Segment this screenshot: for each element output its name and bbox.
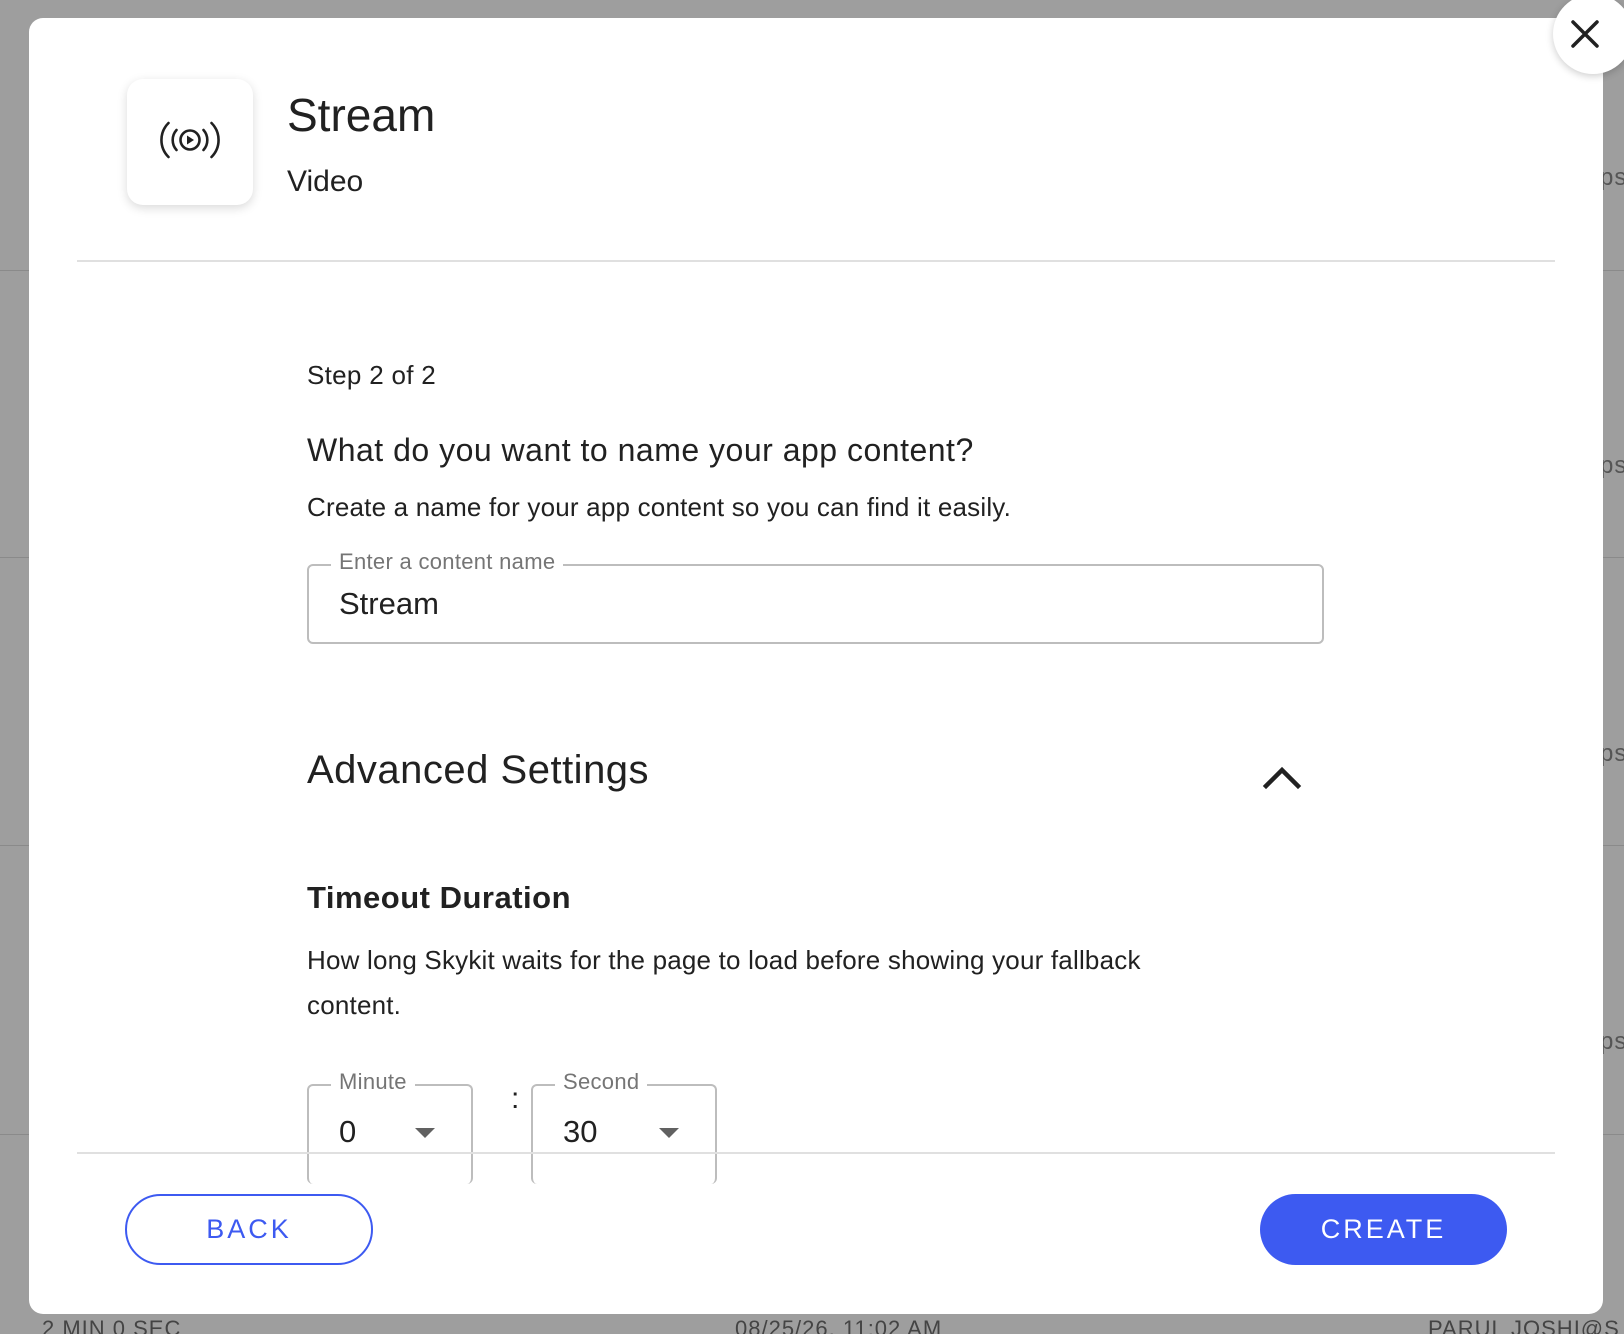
background-user: PARUL JOSHI@S bbox=[1428, 1316, 1620, 1334]
background-row-text: ps bbox=[1600, 452, 1624, 479]
second-label: Second bbox=[555, 1069, 648, 1095]
app-subtitle: Video bbox=[287, 165, 364, 198]
background-row-text: ps bbox=[1600, 740, 1624, 767]
timeout-duration-title: Timeout Duration bbox=[307, 880, 572, 915]
content-name-input[interactable]: Stream bbox=[339, 586, 439, 622]
minute-value: 0 bbox=[339, 1114, 357, 1149]
dialog-footer: BACK CREATE bbox=[29, 1154, 1603, 1314]
background-timestamp: 08/25/26, 11:02 AM bbox=[735, 1316, 943, 1334]
name-help-text: Create a name for your app content so yo… bbox=[307, 492, 1011, 522]
content-name-label: Enter a content name bbox=[331, 549, 564, 575]
dropdown-arrow-icon bbox=[415, 1128, 435, 1138]
time-separator: : bbox=[511, 1082, 520, 1115]
back-button[interactable]: BACK bbox=[125, 1194, 373, 1265]
advanced-settings-title: Advanced Settings bbox=[307, 748, 650, 792]
dialog-header: Stream Video bbox=[29, 18, 1603, 262]
create-button[interactable]: CREATE bbox=[1260, 1194, 1507, 1265]
app-title: Stream bbox=[287, 89, 436, 141]
dropdown-arrow-icon bbox=[659, 1128, 679, 1138]
second-value: 30 bbox=[563, 1114, 598, 1149]
broadcast-play-icon bbox=[158, 115, 222, 170]
background-duration: 2 MIN 0 SEC bbox=[42, 1316, 182, 1334]
dialog-body: Step 2 of 2 What do you want to name you… bbox=[307, 262, 1324, 1184]
content-name-field[interactable]: Enter a content name Stream bbox=[307, 549, 1324, 644]
close-icon bbox=[1571, 16, 1609, 53]
step-indicator: Step 2 of 2 bbox=[307, 360, 437, 390]
app-icon-tile bbox=[127, 79, 253, 205]
background-row-text: ps bbox=[1600, 164, 1624, 191]
minute-label: Minute bbox=[331, 1069, 415, 1095]
name-question: What do you want to name your app conten… bbox=[307, 432, 974, 468]
chevron-up-icon[interactable] bbox=[1262, 762, 1302, 792]
create-content-dialog: Stream Video Step 2 of 2 What do you wan… bbox=[29, 18, 1603, 1314]
background-row-text: ps bbox=[1600, 1028, 1624, 1055]
timeout-help-text: How long Skykit waits for the page to lo… bbox=[307, 945, 1141, 1020]
